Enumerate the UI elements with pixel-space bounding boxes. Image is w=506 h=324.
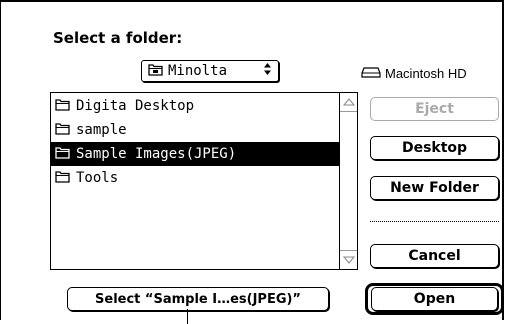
file-list[interactable]: Digita Desktop sample Sample Images(JPEG… [50,92,358,270]
volume-label: Macintosh HD [385,66,467,81]
list-item[interactable]: Tools [51,166,341,190]
list-item-label: Tools [76,170,119,186]
folder-icon [55,170,70,187]
new-folder-button[interactable]: New Folder [370,176,499,200]
eject-button[interactable]: Eject [370,97,499,121]
dialog-title: Select a folder: [53,29,183,47]
desktop-button[interactable]: Desktop [370,136,499,160]
list-scrollbar[interactable] [339,93,357,269]
list-item-label: Digita Desktop [76,98,195,114]
up-down-arrows-icon [263,62,272,80]
volume-indicator: Macintosh HD [361,66,467,81]
scroll-down-arrow-icon[interactable] [340,250,357,269]
list-item[interactable]: sample [51,118,341,142]
open-button[interactable]: Open [371,287,498,311]
folder-icon [55,146,70,163]
list-item-label: sample [76,122,127,138]
folder-icon [148,63,163,80]
hard-disk-icon [361,66,381,81]
cancel-button[interactable]: Cancel [370,244,499,268]
list-item-selected[interactable]: Sample Images(JPEG) [51,142,341,166]
scroll-up-arrow-icon[interactable] [340,93,357,112]
select-folder-button[interactable]: Select “Sample I…es(JPEG)” [67,287,329,311]
list-item[interactable]: Digita Desktop [51,94,341,118]
folder-popup-menu[interactable]: Minolta [141,60,279,82]
file-list-rows: Digita Desktop sample Sample Images(JPEG… [51,94,341,190]
select-folder-dialog: Select a folder: Minolta Macintosh HD Di… [0,0,504,324]
popup-selected-label: Minolta [168,63,228,79]
button-divider [370,221,499,222]
folder-icon [55,98,70,115]
list-item-label: Sample Images(JPEG) [76,146,237,162]
folder-icon [55,122,70,139]
